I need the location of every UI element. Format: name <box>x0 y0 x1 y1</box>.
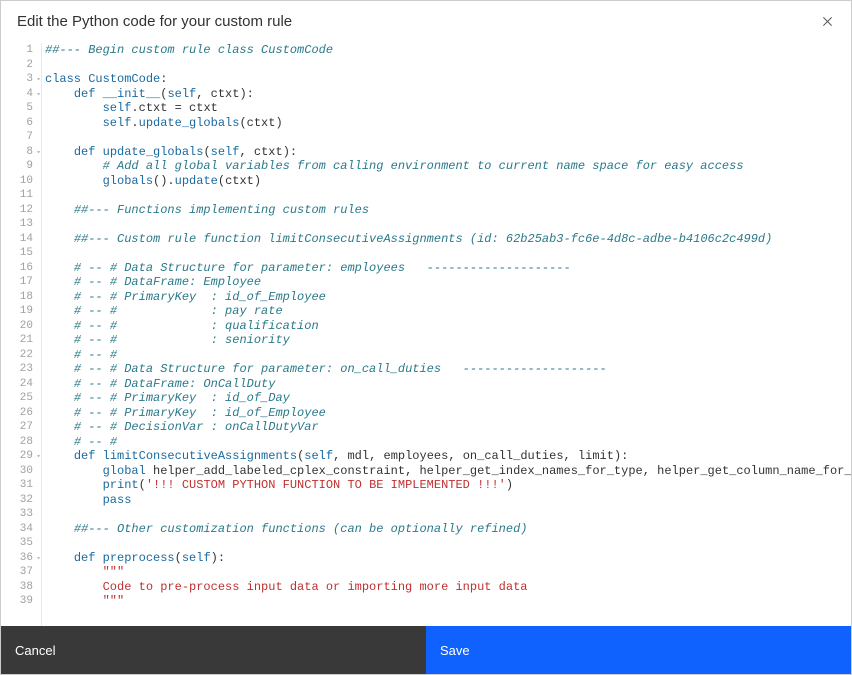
code-content[interactable]: ##--- Begin custom rule class CustomCode… <box>41 43 851 626</box>
line-number: 18 <box>1 290 33 305</box>
line-number: 5 <box>1 101 33 116</box>
line-number: 27 <box>1 420 33 435</box>
line-number: 13 <box>1 217 33 232</box>
line-number: 9 <box>1 159 33 174</box>
code-line[interactable]: def __init__(self, ctxt): <box>45 87 851 102</box>
code-line[interactable] <box>45 130 851 145</box>
line-number: 16 <box>1 261 33 276</box>
save-button-label: Save <box>440 643 470 658</box>
code-line[interactable] <box>45 536 851 551</box>
line-number: 26 <box>1 406 33 421</box>
line-number: 35 <box>1 536 33 551</box>
code-line[interactable]: Code to pre-process input data or import… <box>45 580 851 595</box>
code-line[interactable]: def update_globals(self, ctxt): <box>45 145 851 160</box>
code-line[interactable]: globals().update(ctxt) <box>45 174 851 189</box>
line-number-gutter: 1234567891011121314151617181920212223242… <box>1 43 41 626</box>
code-line[interactable]: # -- # PrimaryKey : id_of_Employee <box>45 290 851 305</box>
line-number: 21 <box>1 333 33 348</box>
code-line[interactable] <box>45 188 851 203</box>
code-line[interactable]: # -- # PrimaryKey : id_of_Day <box>45 391 851 406</box>
code-line[interactable] <box>45 217 851 232</box>
line-number: 28 <box>1 435 33 450</box>
code-line[interactable]: # -- # <box>45 348 851 363</box>
code-line[interactable]: pass <box>45 493 851 508</box>
line-number: 20 <box>1 319 33 334</box>
line-number: 23 <box>1 362 33 377</box>
code-editor[interactable]: 1234567891011121314151617181920212223242… <box>1 42 851 626</box>
cancel-button[interactable]: Cancel <box>1 626 426 674</box>
code-line[interactable]: # -- # : seniority <box>45 333 851 348</box>
line-number: 22 <box>1 348 33 363</box>
line-number: 11 <box>1 188 33 203</box>
line-number: 34 <box>1 522 33 537</box>
line-number: 32 <box>1 493 33 508</box>
code-line[interactable]: print('!!! CUSTOM PYTHON FUNCTION TO BE … <box>45 478 851 493</box>
code-line[interactable]: # -- # : qualification <box>45 319 851 334</box>
line-number: 38 <box>1 580 33 595</box>
line-number: 37 <box>1 565 33 580</box>
code-line[interactable]: # -- # DataFrame: Employee <box>45 275 851 290</box>
line-number: 29 <box>1 449 33 464</box>
code-line[interactable]: ##--- Other customization functions (can… <box>45 522 851 537</box>
code-line[interactable]: # -- # DecisionVar : onCallDutyVar <box>45 420 851 435</box>
code-line[interactable]: # -- # DataFrame: OnCallDuty <box>45 377 851 392</box>
code-line[interactable]: # -- # : pay rate <box>45 304 851 319</box>
code-line[interactable]: def limitConsecutiveAssignments(self, md… <box>45 449 851 464</box>
modal-title: Edit the Python code for your custom rul… <box>17 13 292 30</box>
modal-header: Edit the Python code for your custom rul… <box>1 1 851 42</box>
save-button[interactable]: Save <box>426 626 851 674</box>
line-number: 14 <box>1 232 33 247</box>
line-number: 10 <box>1 174 33 189</box>
line-number: 6 <box>1 116 33 131</box>
code-line[interactable]: ##--- Begin custom rule class CustomCode <box>45 43 851 58</box>
line-number: 39 <box>1 594 33 609</box>
line-number: 25 <box>1 391 33 406</box>
code-line[interactable]: # -- # PrimaryKey : id_of_Employee <box>45 406 851 421</box>
line-number: 19 <box>1 304 33 319</box>
code-line[interactable]: global helper_add_labeled_cplex_constrai… <box>45 464 851 479</box>
line-number: 15 <box>1 246 33 261</box>
code-line[interactable]: # -- # <box>45 435 851 450</box>
code-line[interactable]: # Add all global variables from calling … <box>45 159 851 174</box>
close-icon <box>822 16 833 27</box>
line-number: 2 <box>1 58 33 73</box>
close-button[interactable] <box>819 14 835 30</box>
line-number: 7 <box>1 130 33 145</box>
code-line[interactable]: ##--- Custom rule function limitConsecut… <box>45 232 851 247</box>
modal-edit-code: Edit the Python code for your custom rul… <box>1 1 851 674</box>
code-line[interactable]: # -- # Data Structure for parameter: on_… <box>45 362 851 377</box>
line-number: 8 <box>1 145 33 160</box>
code-line[interactable]: class CustomCode: <box>45 72 851 87</box>
line-number: 33 <box>1 507 33 522</box>
modal-footer: Cancel Save <box>1 626 851 674</box>
line-number: 4 <box>1 87 33 102</box>
code-line[interactable] <box>45 246 851 261</box>
code-line[interactable]: def preprocess(self): <box>45 551 851 566</box>
code-line[interactable]: self.update_globals(ctxt) <box>45 116 851 131</box>
line-number: 17 <box>1 275 33 290</box>
code-line[interactable]: self.ctxt = ctxt <box>45 101 851 116</box>
line-number: 30 <box>1 464 33 479</box>
cancel-button-label: Cancel <box>15 643 55 658</box>
code-line[interactable]: ##--- Functions implementing custom rule… <box>45 203 851 218</box>
code-line[interactable] <box>45 58 851 73</box>
line-number: 3 <box>1 72 33 87</box>
line-number: 36 <box>1 551 33 566</box>
line-number: 31 <box>1 478 33 493</box>
line-number: 12 <box>1 203 33 218</box>
code-line[interactable] <box>45 507 851 522</box>
line-number: 24 <box>1 377 33 392</box>
code-line[interactable]: """ <box>45 565 851 580</box>
line-number: 1 <box>1 43 33 58</box>
code-line[interactable]: # -- # Data Structure for parameter: emp… <box>45 261 851 276</box>
code-line[interactable]: """ <box>45 594 851 609</box>
